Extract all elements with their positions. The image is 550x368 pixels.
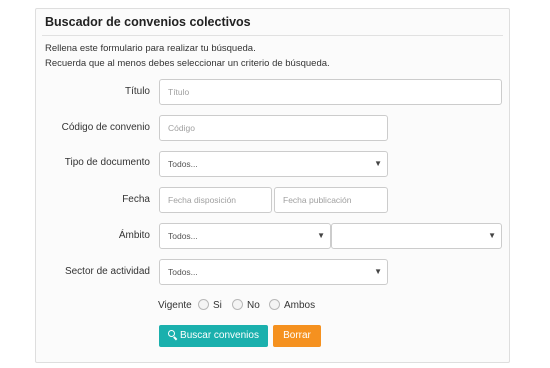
ambito-value: Todos... [168, 231, 198, 241]
ambito-label: Ámbito [118, 230, 150, 241]
radio-ambos[interactable] [269, 299, 280, 310]
intro-text-2: Recuerda que al menos debes seleccionar … [45, 58, 330, 69]
chevron-down-icon: ▼ [374, 267, 382, 276]
search-icon [168, 330, 177, 339]
search-button-label: Buscar convenios [180, 330, 259, 341]
sector-label: Sector de actividad [64, 266, 150, 277]
ambito-select[interactable]: Todos... ▼ [159, 223, 331, 249]
tipo-documento-value: Todos... [168, 159, 198, 169]
tipo-documento-select[interactable]: Todos... ▼ [159, 151, 388, 177]
title-divider [42, 35, 503, 36]
search-button[interactable]: Buscar convenios [159, 325, 268, 347]
clear-button[interactable]: Borrar [273, 325, 321, 347]
codigo-label: Código de convenio [61, 122, 150, 133]
search-panel: Buscador de convenios colectivos Rellena… [35, 8, 510, 363]
titulo-input[interactable]: Título [159, 79, 502, 105]
ambito-secondary-select[interactable]: ▼ [331, 223, 502, 249]
fecha-publicacion-input[interactable]: Fecha publicación [274, 187, 388, 213]
fecha-label: Fecha [122, 194, 150, 205]
tipo-documento-label: Tipo de documento [64, 157, 150, 168]
chevron-down-icon: ▼ [374, 159, 382, 168]
intro-text-1: Rellena este formulario para realizar tu… [45, 43, 256, 54]
chevron-down-icon: ▼ [488, 231, 496, 240]
radio-si-label[interactable]: Si [213, 299, 222, 313]
codigo-input[interactable]: Código [159, 115, 388, 141]
titulo-label: Título [124, 86, 150, 97]
panel-title: Buscador de convenios colectivos [45, 15, 251, 29]
fecha-disposicion-input[interactable]: Fecha disposición [159, 187, 272, 213]
radio-ambos-label[interactable]: Ambos [284, 299, 315, 313]
sector-select[interactable]: Todos... ▼ [159, 259, 388, 285]
radio-no-label[interactable]: No [247, 299, 260, 313]
radio-no[interactable] [232, 299, 243, 310]
sector-value: Todos... [168, 267, 198, 277]
radio-si[interactable] [198, 299, 209, 310]
vigente-label: Vigente [158, 300, 192, 311]
chevron-down-icon: ▼ [317, 231, 325, 240]
